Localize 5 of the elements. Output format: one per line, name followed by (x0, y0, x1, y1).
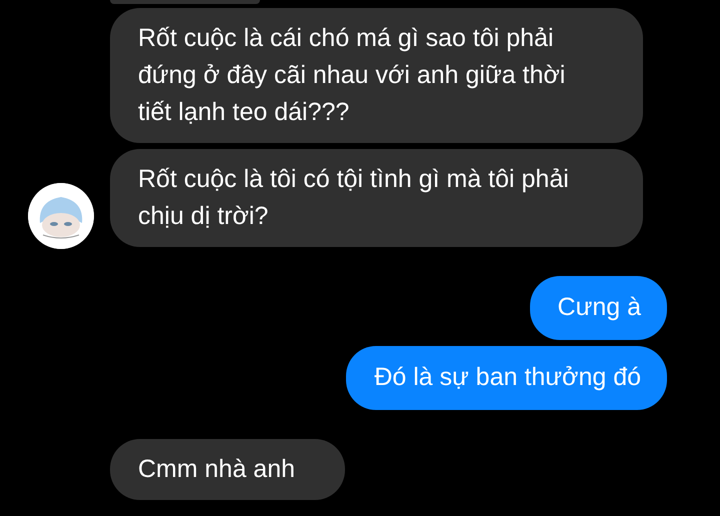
message-bubble: Rốt cuộc là tôi có tội tình gì mà tôi phải chịu dị trời? (110, 149, 643, 247)
message-bubble: Đó là sự ban thưởng đó (346, 346, 667, 410)
message-bubble: Cmm nhà anh (110, 439, 346, 500)
message-bubble: Rốt cuộc là cái chó má gì sao tôi phải đứng ở đây cãi nhau với anh giữa thời tiết lạnh teo dái??? (110, 8, 643, 143)
message-bubble: Cưng à (530, 276, 667, 340)
